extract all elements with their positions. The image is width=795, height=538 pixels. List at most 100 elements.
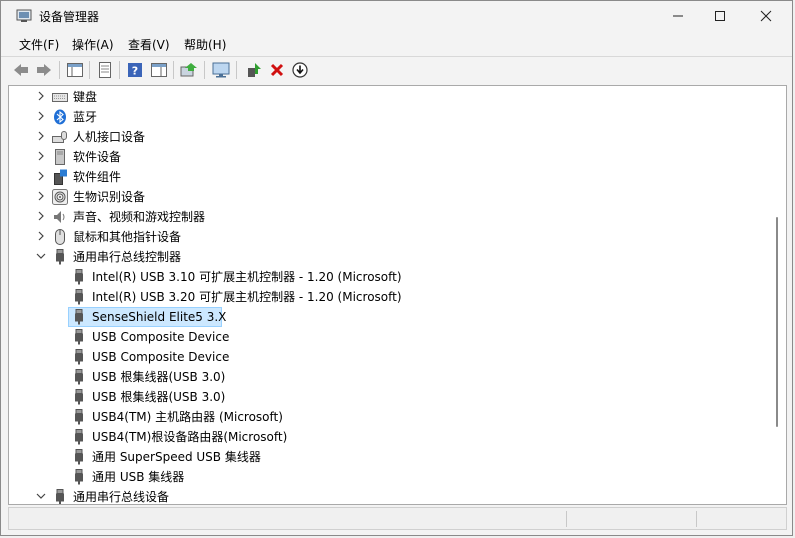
toolbar-separator <box>59 61 60 79</box>
tree-item-software-components[interactable]: 软件组件 <box>9 167 769 187</box>
tree-item-usb-device[interactable]: USB Composite Device <box>9 347 769 367</box>
tree-item-usb-device[interactable]: USB4(TM)根设备路由器(Microsoft) <box>9 427 769 447</box>
usb-plug-icon <box>75 349 83 365</box>
device-manager-window: 设备管理器 文件(F) 操作(A) 查看(V) 帮助(H) ? 键盘 蓝牙 人机… <box>0 0 793 536</box>
menu-file[interactable]: 文件(F) <box>19 36 59 53</box>
chevron-right-icon[interactable] <box>35 190 47 202</box>
software-device-icon <box>55 149 65 165</box>
tree-item-label: USB 根集线器(USB 3.0) <box>92 370 226 384</box>
chevron-right-icon[interactable] <box>35 230 47 242</box>
device-manager-app-icon <box>16 9 32 22</box>
usb-plug-icon <box>75 329 83 345</box>
tree-item-label: USB Composite Device <box>92 330 230 344</box>
scan-hardware-button[interactable] <box>211 60 231 80</box>
delete-x-icon <box>270 63 284 77</box>
tree-item-usb-device[interactable]: USB Composite Device <box>9 327 769 347</box>
status-separator <box>696 511 697 527</box>
help-button[interactable]: ? <box>125 60 145 80</box>
usb-plug-icon <box>56 249 64 265</box>
action-pane-button[interactable] <box>149 60 169 80</box>
tree-item-label: 声音、视频和游戏控制器 <box>73 210 206 224</box>
usb-plug-icon <box>75 289 83 305</box>
tree-item-usb-device[interactable]: Intel(R) USB 3.10 可扩展主机控制器 - 1.20 (Micro… <box>9 267 769 287</box>
chevron-right-icon[interactable] <box>35 150 47 162</box>
minimize-icon <box>673 15 683 17</box>
tree-item-label: 通用串行总线设备 <box>73 490 170 504</box>
menu-view[interactable]: 查看(V) <box>128 36 170 53</box>
usb-plug-icon <box>75 449 83 465</box>
forward-button[interactable] <box>34 60 54 80</box>
chevron-right-icon[interactable] <box>35 210 47 222</box>
tree-item-usb-device[interactable]: USB 根集线器(USB 3.0) <box>9 367 769 387</box>
tree-item-label: 人机接口设备 <box>73 130 146 144</box>
maximize-icon <box>715 11 725 21</box>
usb-plug-icon <box>75 469 83 485</box>
usb-plug-icon <box>75 389 83 405</box>
chevron-right-icon[interactable] <box>35 130 47 142</box>
enable-device-icon <box>248 63 261 77</box>
tree-item-label: 键盘 <box>73 90 98 104</box>
scrollbar-thumb[interactable] <box>776 217 778 427</box>
tree-item-hid[interactable]: 人机接口设备 <box>9 127 769 147</box>
speaker-icon <box>54 211 65 223</box>
tree-item-usb-device[interactable]: USB 根集线器(USB 3.0) <box>9 387 769 407</box>
tree-item-label: Intel(R) USB 3.10 可扩展主机控制器 - 1.20 (Micro… <box>92 270 402 284</box>
tree-item-bluetooth[interactable]: 蓝牙 <box>9 107 769 127</box>
toolbar-separator <box>204 61 205 79</box>
tree-item-label: SenseShield Elite5 3.X <box>92 310 227 324</box>
software-component-icon <box>54 169 67 185</box>
menu-action[interactable]: 操作(A) <box>72 36 114 53</box>
download-circle-icon <box>292 62 308 78</box>
tree-item-usb-device[interactable]: 通用 USB 集线器 <box>9 467 769 487</box>
tree-item-keyboard[interactable]: 键盘 <box>9 87 769 107</box>
toolbar-separator <box>173 61 174 79</box>
chevron-right-icon[interactable] <box>35 170 47 182</box>
device-tree-view[interactable]: 键盘 蓝牙 人机接口设备 软件设备 软件组件 生物识别设备 声音、视频和游戏控制… <box>8 85 787 505</box>
tree-item-label: 通用 SuperSpeed USB 集线器 <box>92 450 261 464</box>
chevron-down-icon[interactable] <box>35 250 47 262</box>
tree-item-usb-device[interactable]: USB4(TM) 主机路由器 (Microsoft) <box>9 407 769 427</box>
chevron-right-icon[interactable] <box>35 110 47 122</box>
toolbar: ? <box>1 56 792 83</box>
update-driver-button[interactable] <box>179 60 199 80</box>
tree-item-label: 蓝牙 <box>73 110 98 124</box>
hid-keyboard-mouse-icon <box>52 131 67 143</box>
back-button[interactable] <box>11 60 31 80</box>
close-button[interactable] <box>743 1 789 31</box>
download-driver-button[interactable] <box>290 60 310 80</box>
chevron-right-icon[interactable] <box>35 90 47 102</box>
tree-item-label: USB Composite Device <box>92 350 230 364</box>
tree-item-label: 软件组件 <box>73 170 122 184</box>
close-icon <box>760 10 772 22</box>
bluetooth-icon <box>54 109 66 125</box>
usb-plug-icon <box>75 309 83 325</box>
menu-help[interactable]: 帮助(H) <box>184 36 226 53</box>
tree-item-usb-device[interactable]: 通用 SuperSpeed USB 集线器 <box>9 447 769 467</box>
tree-item-label: 通用串行总线控制器 <box>73 250 182 264</box>
properties-button[interactable] <box>95 60 115 80</box>
tree-item-software-devices[interactable]: 软件设备 <box>9 147 769 167</box>
usb-plug-icon <box>75 429 83 445</box>
scan-monitor-icon <box>212 62 230 78</box>
minimize-button[interactable] <box>655 1 701 31</box>
tree-item-usb-devices[interactable]: 通用串行总线设备 <box>9 487 769 504</box>
tree-item-audio[interactable]: 声音、视频和游戏控制器 <box>9 207 769 227</box>
tree-item-usb-device[interactable]: Intel(R) USB 3.20 可扩展主机控制器 - 1.20 (Micro… <box>9 287 769 307</box>
maximize-button[interactable] <box>697 1 743 31</box>
tree-item-biometric[interactable]: 生物识别设备 <box>9 187 769 207</box>
tree-item-label: Intel(R) USB 3.20 可扩展主机控制器 - 1.20 (Micro… <box>92 290 402 304</box>
uninstall-device-button[interactable] <box>267 60 287 80</box>
toolbar-separator <box>89 61 90 79</box>
tree-item-label: 鼠标和其他指针设备 <box>73 230 182 244</box>
usb-plug-icon <box>75 369 83 385</box>
tree-item-mice[interactable]: 鼠标和其他指针设备 <box>9 227 769 247</box>
tree-item-usb-controllers[interactable]: 通用串行总线控制器 <box>9 247 769 267</box>
tree-item-usb-device-selected[interactable]: SenseShield Elite5 3.X <box>9 307 769 327</box>
vertical-scrollbar[interactable] <box>770 86 786 504</box>
toolbar-separator <box>119 61 120 79</box>
chevron-down-icon[interactable] <box>35 490 47 502</box>
enable-device-button[interactable] <box>244 60 264 80</box>
forward-arrow-icon <box>37 64 51 76</box>
show-hide-console-tree-button[interactable] <box>65 60 85 80</box>
status-bar <box>8 507 787 530</box>
